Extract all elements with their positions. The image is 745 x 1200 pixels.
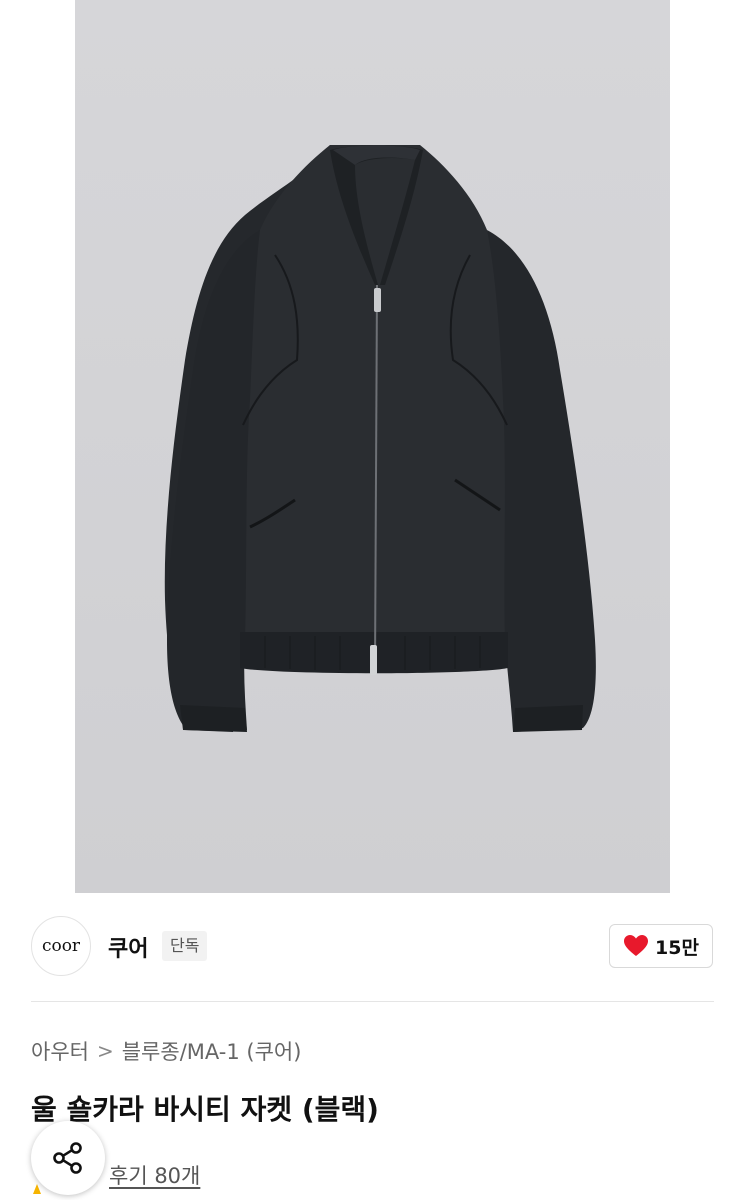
divider (31, 1001, 714, 1002)
like-count: 15만 (655, 936, 699, 959)
breadcrumb-subcategory[interactable]: 블루종/MA-1 (쿠어) (122, 1036, 302, 1066)
breadcrumb-category[interactable]: 아우터 (31, 1036, 89, 1066)
heart-icon (624, 935, 649, 956)
product-image-area[interactable] (0, 0, 745, 893)
product-image[interactable] (75, 0, 670, 893)
product-title: 울 숄카라 바시티 자켓 (블랙) (31, 1093, 379, 1126)
review-link[interactable]: 후기 80개 (109, 1160, 200, 1190)
share-button[interactable] (31, 1121, 105, 1195)
brand-name[interactable]: 쿠어 (108, 931, 148, 963)
brand-logo-text: coor (41, 936, 81, 956)
exclusive-badge: 단독 (162, 931, 208, 961)
chevron-right-icon: > (96, 1039, 114, 1063)
star-icon (33, 1184, 41, 1194)
breadcrumb: 아우터 > 블루종/MA-1 (쿠어) (31, 1036, 301, 1066)
share-icon (53, 1142, 82, 1174)
like-button[interactable]: 15만 (609, 924, 713, 968)
brand-logo[interactable]: coor (31, 916, 91, 976)
brand-row: coor 쿠어 단독 15만 (0, 893, 745, 1001)
